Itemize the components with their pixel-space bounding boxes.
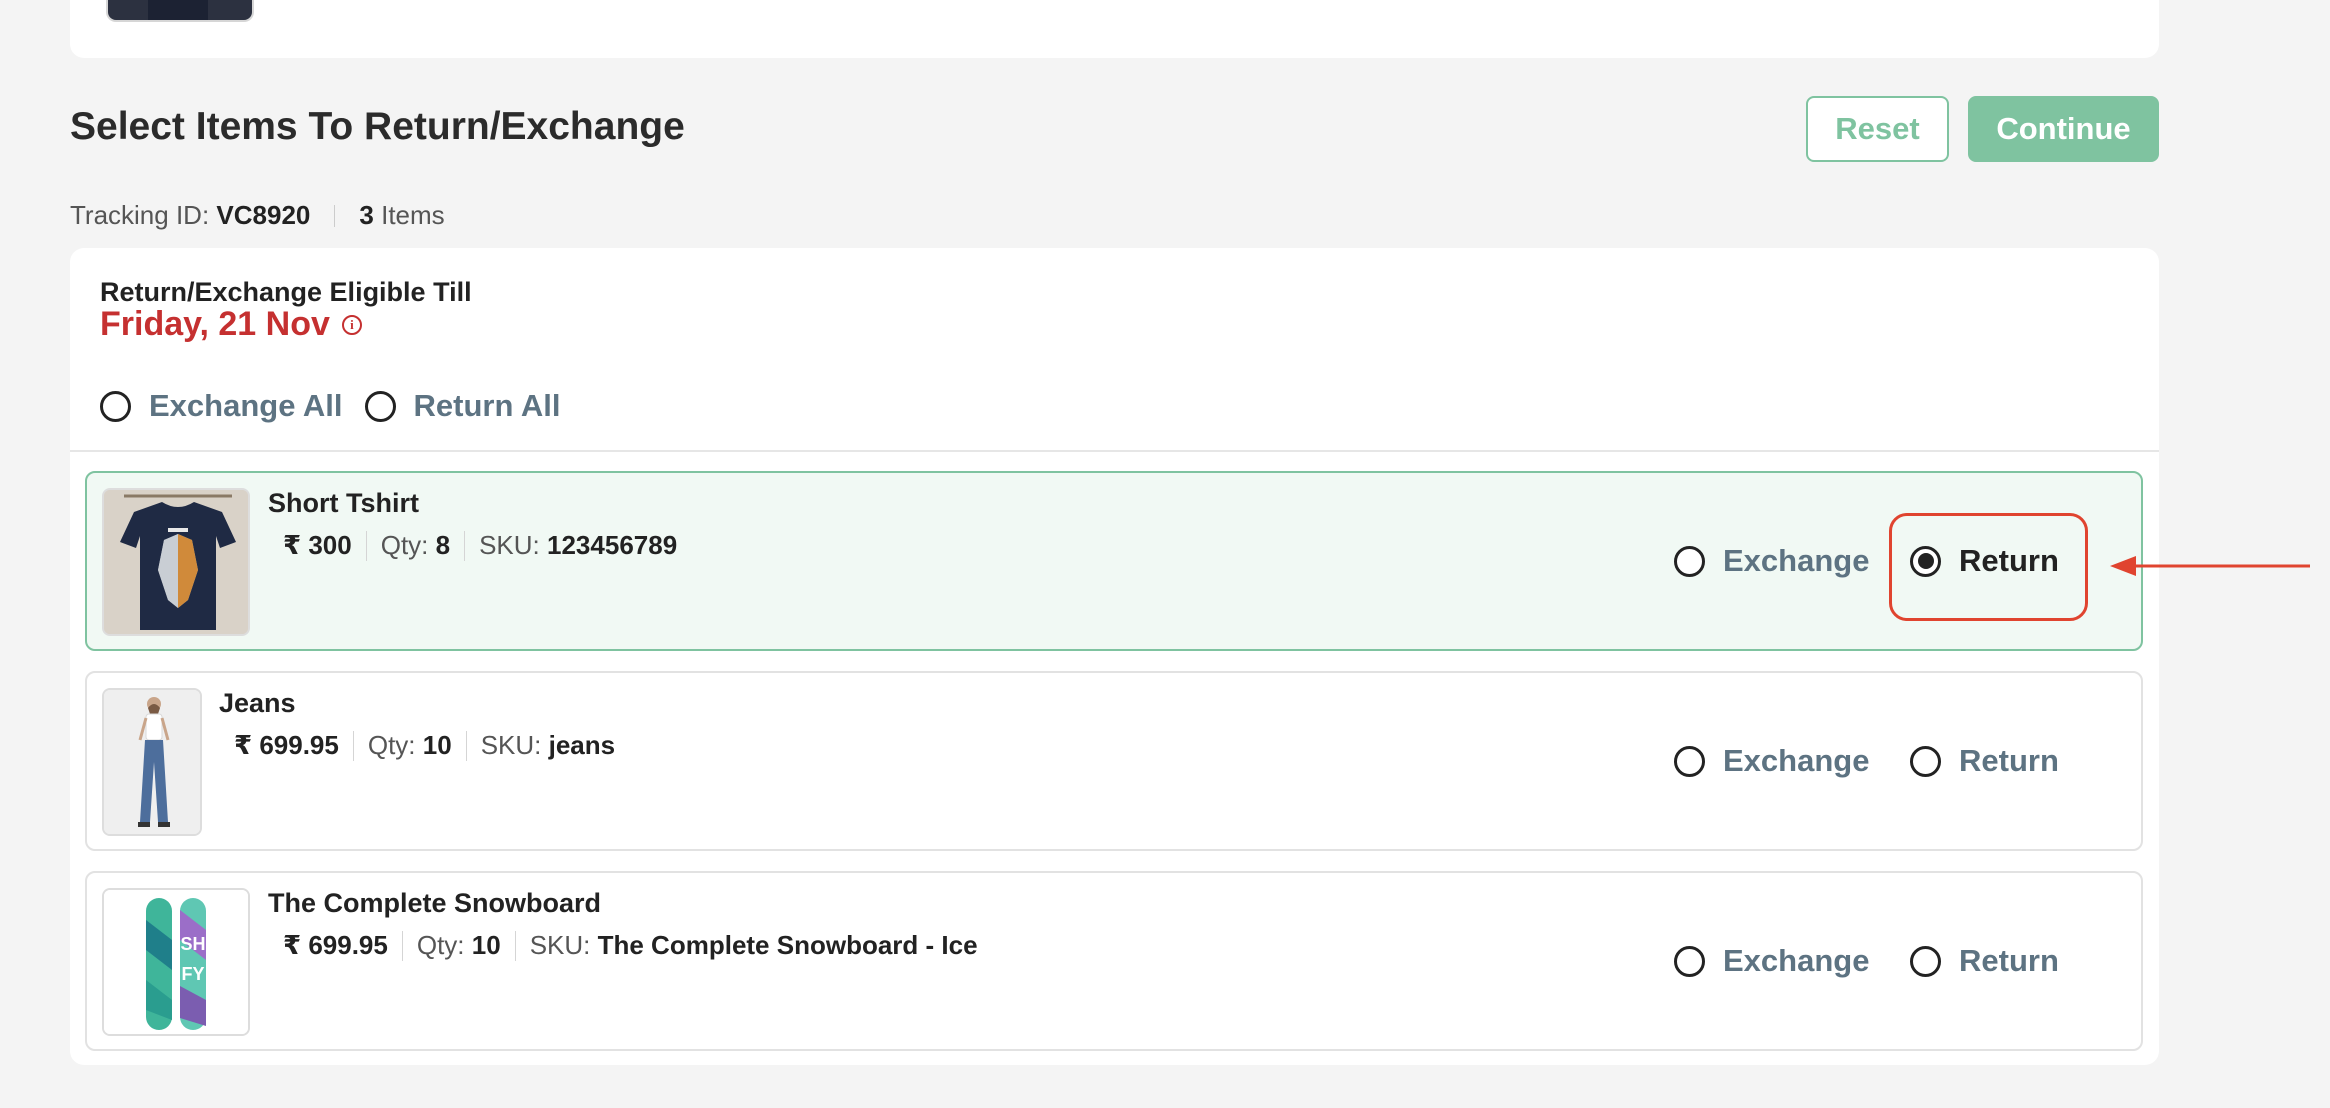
item-price: 699.95 xyxy=(308,930,388,960)
item-count-label: Items xyxy=(381,200,445,230)
radio-icon[interactable] xyxy=(1674,745,1705,777)
divider xyxy=(352,730,354,761)
divider xyxy=(401,930,403,961)
exchange-all-option[interactable]: Exchange All xyxy=(100,388,343,424)
return-option[interactable]: Return xyxy=(1910,673,2059,849)
item-meta: ₹ 699.95 Qty: 10 SKU: The Complete Snowb… xyxy=(268,930,978,961)
divider xyxy=(465,730,467,761)
items-card: Return/Exchange Eligible Till Friday, 21… xyxy=(70,248,2159,1065)
radio-icon[interactable] xyxy=(1674,545,1705,577)
continue-button[interactable]: Continue xyxy=(1968,96,2159,162)
item-qty: 10 xyxy=(471,930,501,960)
reset-button[interactable]: Reset xyxy=(1806,96,1949,162)
snowboard-image: SH FY xyxy=(104,890,248,1034)
product-image xyxy=(102,488,250,636)
sku-label: SKU: xyxy=(529,930,591,960)
divider xyxy=(464,530,466,561)
currency-symbol: ₹ xyxy=(234,730,253,760)
item-price: 300 xyxy=(308,530,352,560)
list-item[interactable]: Short Tshirt ₹ 300 Qty: 8 SKU: 123456789… xyxy=(85,471,2143,651)
list-item[interactable]: SH FY The Complete Snowboard ₹ 699.95 Qt… xyxy=(85,871,2143,1051)
exchange-label[interactable]: Exchange xyxy=(1723,943,1869,979)
tracking-info: Tracking ID: VC8920 3 Items xyxy=(70,200,445,231)
radio-icon[interactable] xyxy=(100,390,131,422)
divider xyxy=(70,450,2159,452)
exchange-label[interactable]: Exchange xyxy=(1723,543,1869,579)
exchange-all-label[interactable]: Exchange All xyxy=(149,388,343,424)
item-name: The Complete Snowboard xyxy=(268,888,602,918)
item-name: Jeans xyxy=(219,688,296,718)
qty-label: Qty: xyxy=(367,730,416,760)
eligibility-date-text: Friday, 21 Nov xyxy=(100,305,330,343)
divider xyxy=(514,930,516,961)
previous-item-thumbnail xyxy=(106,0,254,22)
sku-label: SKU: xyxy=(479,530,540,560)
radio-checked-icon[interactable] xyxy=(1910,545,1941,577)
radio-icon[interactable] xyxy=(1674,945,1705,977)
tracking-id: VC8920 xyxy=(216,200,311,230)
previous-card xyxy=(70,0,2159,58)
exchange-option[interactable]: Exchange xyxy=(1674,873,1869,1049)
divider xyxy=(365,530,367,561)
radio-icon[interactable] xyxy=(364,390,396,422)
jeans-image xyxy=(104,690,200,834)
tshirt-image xyxy=(104,490,248,634)
item-name: Short Tshirt xyxy=(268,488,419,518)
info-icon[interactable]: i xyxy=(341,314,362,335)
page-title: Select Items To Return/Exchange xyxy=(70,105,685,148)
exchange-label[interactable]: Exchange xyxy=(1723,743,1869,779)
item-meta: ₹ 699.95 Qty: 10 SKU: jeans xyxy=(219,730,615,761)
item-sku: The Complete Snowboard - Ice xyxy=(597,930,978,960)
divider xyxy=(334,204,336,227)
currency-symbol: ₹ xyxy=(283,530,302,560)
eligibility-label: Return/Exchange Eligible Till xyxy=(100,277,472,307)
annotation-arrow-icon xyxy=(2110,556,2310,576)
item-qty: 10 xyxy=(422,730,452,760)
sku-label: SKU: xyxy=(480,730,542,760)
bulk-options: Exchange All Return All xyxy=(100,388,561,424)
item-price: 699.95 xyxy=(259,730,339,760)
exchange-option[interactable]: Exchange xyxy=(1674,673,1869,849)
list-item[interactable]: Jeans ₹ 699.95 Qty: 10 SKU: jeans Exchan… xyxy=(85,671,2143,851)
item-sku: jeans xyxy=(548,730,616,760)
qty-label: Qty: xyxy=(416,930,465,960)
return-option[interactable]: Return xyxy=(1910,473,2059,649)
product-image xyxy=(102,688,202,836)
return-all-label[interactable]: Return All xyxy=(414,388,561,424)
eligibility-date: Friday, 21 Nov i xyxy=(100,305,362,344)
radio-icon[interactable] xyxy=(1910,945,1941,977)
item-qty: 8 xyxy=(435,530,451,560)
svg-text:SH: SH xyxy=(180,934,205,954)
return-label[interactable]: Return xyxy=(1959,943,2059,979)
radio-icon[interactable] xyxy=(1910,745,1941,777)
product-image: SH FY xyxy=(102,888,250,1036)
tracking-label: Tracking ID: xyxy=(70,200,210,230)
return-label[interactable]: Return xyxy=(1959,543,2059,579)
item-count: 3 xyxy=(359,200,374,230)
return-all-option[interactable]: Return All xyxy=(364,388,561,424)
exchange-option[interactable]: Exchange xyxy=(1674,473,1869,649)
item-sku: 123456789 xyxy=(547,530,678,560)
return-label[interactable]: Return xyxy=(1959,743,2059,779)
return-option[interactable]: Return xyxy=(1910,873,2059,1049)
currency-symbol: ₹ xyxy=(283,930,302,960)
item-meta: ₹ 300 Qty: 8 SKU: 123456789 xyxy=(268,530,677,561)
qty-label: Qty: xyxy=(380,530,429,560)
svg-text:FY: FY xyxy=(181,964,204,984)
